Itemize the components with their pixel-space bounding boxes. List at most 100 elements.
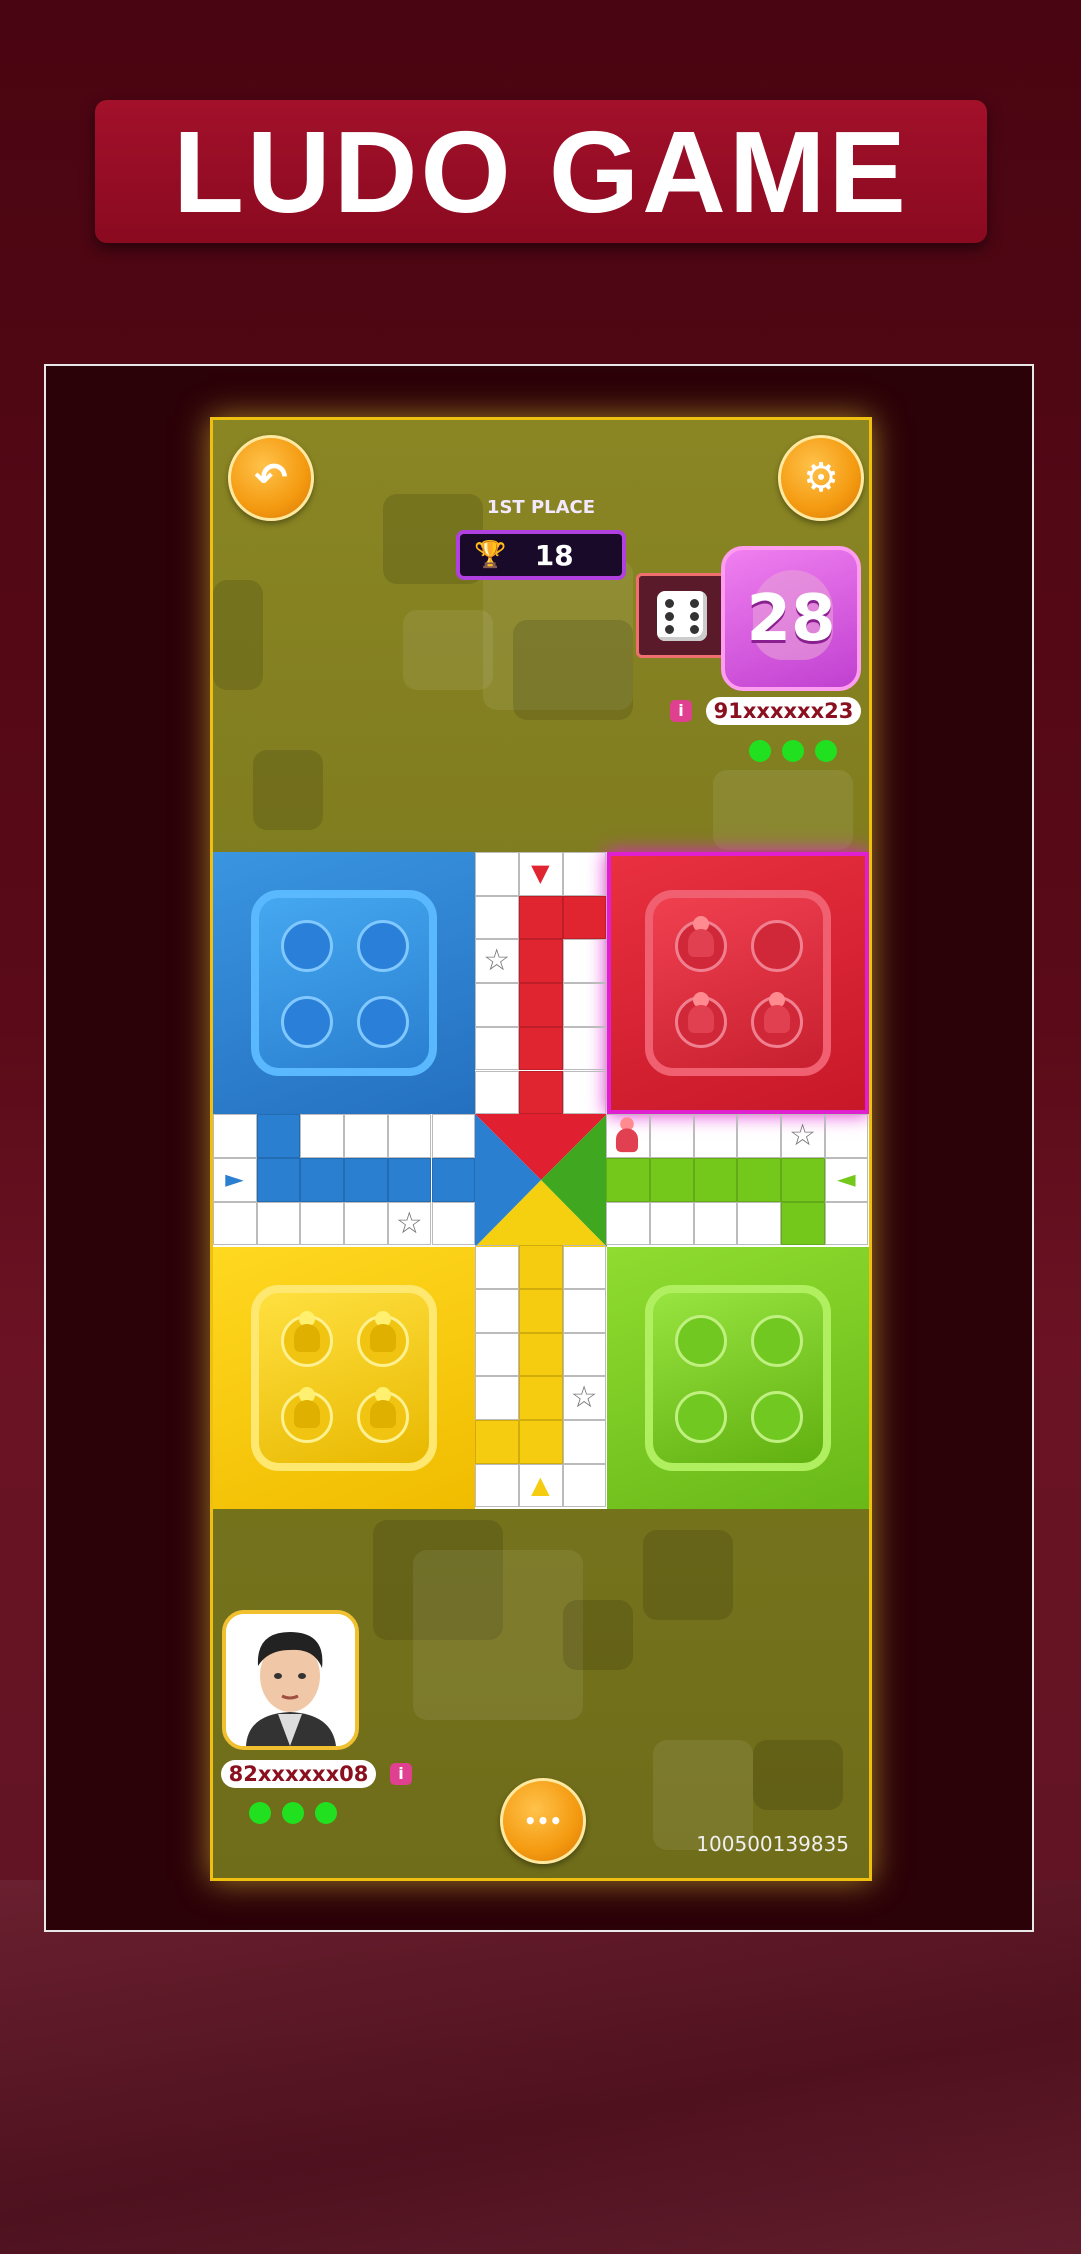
board-cell[interactable]: [824, 1114, 869, 1158]
board-cell[interactable]: [475, 983, 519, 1027]
safe-star-icon: ☆: [789, 1118, 817, 1154]
board-cell[interactable]: [518, 1376, 563, 1421]
board-cell[interactable]: [475, 1332, 519, 1377]
board-cell[interactable]: [518, 983, 563, 1027]
board-cell[interactable]: [562, 1026, 607, 1071]
board-cell[interactable]: [431, 1157, 476, 1202]
red-pawn-on-track[interactable]: [615, 1117, 641, 1154]
red-slot: [751, 920, 803, 972]
board-cell[interactable]: [475, 1463, 519, 1508]
board-cell[interactable]: [475, 852, 519, 896]
start-arrow-icon: ▼: [531, 859, 550, 887]
green-slot: [751, 1391, 803, 1443]
board-cell[interactable]: [737, 1157, 782, 1202]
board-cell[interactable]: [475, 1376, 519, 1421]
board-cell[interactable]: [781, 1201, 825, 1246]
bg-square: [563, 1600, 633, 1670]
board-cell[interactable]: [518, 1070, 563, 1115]
board-cell[interactable]: [562, 852, 607, 896]
board-cell[interactable]: [300, 1201, 345, 1246]
board-cell[interactable]: [475, 895, 519, 940]
board-cell[interactable]: [387, 1157, 432, 1202]
yellow-pawn[interactable]: [292, 1311, 322, 1355]
board-cell[interactable]: [562, 895, 607, 940]
board-cell[interactable]: [344, 1201, 388, 1246]
board-cell[interactable]: [213, 1201, 257, 1246]
board-cell[interactable]: [475, 1026, 519, 1071]
game-id: 100500139835: [696, 1832, 849, 1856]
ludo-board[interactable]: ☆ ☆ ☆ ☆ ▼ ► ◄ ▲: [213, 852, 869, 1509]
blue-slot: [281, 996, 333, 1048]
board-cell[interactable]: [213, 1114, 257, 1158]
board-cell[interactable]: [781, 1157, 825, 1202]
board-cell[interactable]: [562, 1420, 607, 1464]
bg-square: [403, 610, 493, 690]
board-cell[interactable]: [475, 1420, 519, 1464]
red-pawn[interactable]: [686, 992, 716, 1036]
back-arrow-icon: ↶: [254, 455, 288, 501]
chat-button[interactable]: •••: [500, 1778, 586, 1864]
board-cell[interactable]: [256, 1114, 301, 1158]
background-streak: [0, 1880, 1081, 2254]
score-value: 18: [534, 538, 574, 572]
board-cell[interactable]: [562, 1332, 607, 1377]
board-cell[interactable]: [344, 1114, 388, 1158]
board-cell[interactable]: [475, 1289, 519, 1333]
yellow-home-inner: [251, 1285, 437, 1471]
board-cell[interactable]: [344, 1157, 388, 1202]
board-cell[interactable]: [256, 1157, 301, 1202]
board-cell[interactable]: [650, 1157, 694, 1202]
board-cell[interactable]: [693, 1201, 738, 1246]
board-cell[interactable]: [737, 1201, 782, 1246]
board-cell[interactable]: [650, 1114, 694, 1158]
board-cell[interactable]: [562, 1245, 607, 1289]
player-username: 82xxxxxx08: [221, 1760, 376, 1788]
board-cell[interactable]: [431, 1114, 476, 1158]
yellow-pawn[interactable]: [368, 1311, 398, 1355]
player-info-button[interactable]: i: [390, 1763, 412, 1785]
board-cell[interactable]: [562, 1289, 607, 1333]
board-cell[interactable]: [518, 895, 563, 940]
board-cell[interactable]: [562, 983, 607, 1027]
bg-square: [753, 1740, 843, 1810]
board-cell[interactable]: [431, 1201, 476, 1246]
board-cell[interactable]: [606, 1157, 650, 1202]
board-cell[interactable]: [475, 1245, 519, 1289]
board-cell[interactable]: [693, 1114, 738, 1158]
place-label: 1ST PLACE: [486, 497, 596, 518]
chat-bubble-icon: •••: [523, 1809, 563, 1833]
dice-button[interactable]: [636, 573, 728, 658]
board-cell[interactable]: [562, 1070, 607, 1115]
board-cell[interactable]: [518, 1245, 563, 1289]
board-cell[interactable]: [737, 1114, 782, 1158]
board-cell[interactable]: [300, 1157, 345, 1202]
board-cell[interactable]: [650, 1201, 694, 1246]
red-pawn[interactable]: [686, 916, 716, 960]
board-cell[interactable]: [475, 1070, 519, 1115]
yellow-pawn[interactable]: [292, 1387, 322, 1431]
board-cell[interactable]: [518, 1332, 563, 1377]
player-life-dot: [249, 1802, 271, 1824]
red-pawn[interactable]: [762, 992, 792, 1036]
opponent-life-dot: [815, 740, 837, 762]
board-cell[interactable]: [606, 1201, 650, 1246]
opponent-info-button[interactable]: i: [670, 700, 692, 722]
board-cell[interactable]: [562, 1463, 607, 1508]
board-cell[interactable]: [256, 1201, 301, 1246]
bg-square: [413, 1550, 583, 1720]
board-cell[interactable]: [693, 1157, 738, 1202]
safe-star-icon: ☆: [395, 1205, 423, 1241]
board-cell[interactable]: [300, 1114, 345, 1158]
board-cell[interactable]: [518, 1289, 563, 1333]
board-cell[interactable]: [562, 939, 607, 984]
board-cell[interactable]: [387, 1114, 432, 1158]
board-cell[interactable]: [824, 1201, 869, 1246]
board-cell[interactable]: [518, 1420, 563, 1464]
board-cell[interactable]: [518, 1026, 563, 1071]
opponent-avatar: 28: [721, 546, 861, 691]
player-avatar: [222, 1610, 359, 1750]
board-cell[interactable]: [518, 939, 563, 984]
green-slot: [675, 1391, 727, 1443]
yellow-pawn[interactable]: [368, 1387, 398, 1431]
score-box: 🏆 18: [456, 530, 626, 580]
